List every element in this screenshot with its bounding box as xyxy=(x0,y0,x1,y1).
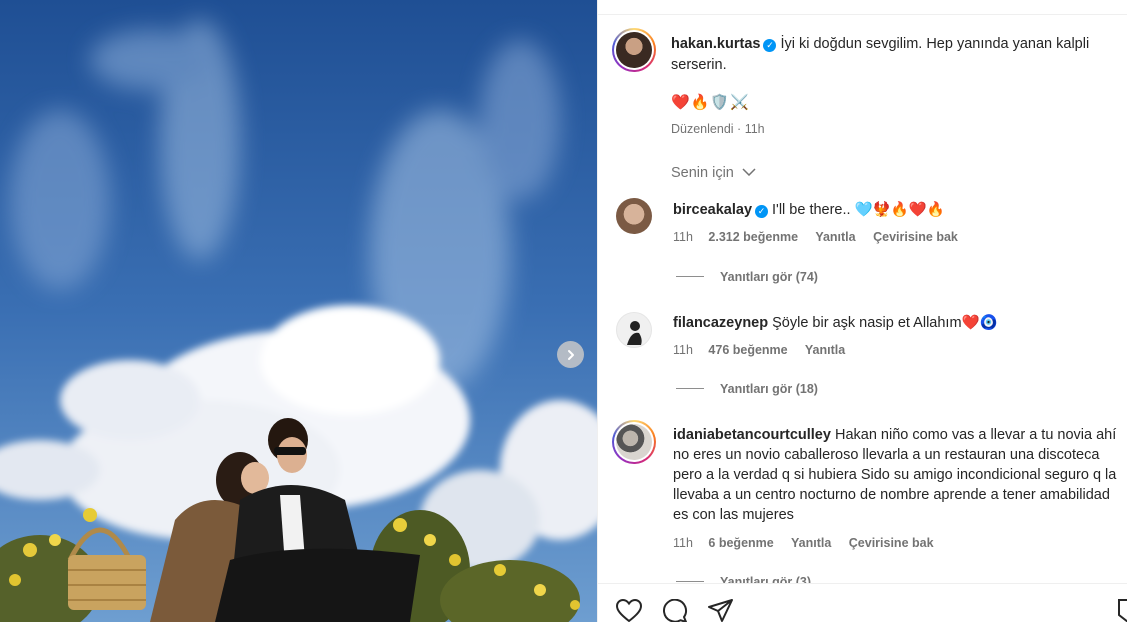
view-replies-label: Yanıtları gör (74) xyxy=(720,270,818,284)
post-photo[interactable] xyxy=(0,0,597,622)
comment-meta: 11h 6 beğenme Yanıtla Çevirisine bak xyxy=(673,536,948,550)
author-avatar[interactable] xyxy=(612,28,656,72)
commenter-avatar[interactable] xyxy=(612,420,656,464)
comment-meta: 11h 2.312 beğenme Yanıtla Çevirisine bak xyxy=(673,230,972,244)
avatar-image xyxy=(627,321,642,345)
replies-divider xyxy=(676,581,704,582)
author-username[interactable]: hakan.kurtas xyxy=(671,36,760,52)
photo-image xyxy=(0,0,597,622)
commenter-avatar[interactable] xyxy=(616,312,652,348)
comment-text: Şöyle bir aşk nasip et Allahım❤️🧿 xyxy=(772,315,998,331)
comment-time[interactable]: 11h xyxy=(673,343,693,357)
replies-divider xyxy=(676,276,704,277)
comment-item: filancazeynep Şöyle bir aşk nasip et All… xyxy=(673,313,1118,333)
caption-emojis: ❤️🔥🛡️⚔️ xyxy=(671,94,750,111)
post-time[interactable]: 11h xyxy=(745,122,765,136)
comment-item: idaniabetancourtculley Hakan niño como v… xyxy=(673,425,1118,525)
edited-label: Düzenlendi xyxy=(671,122,734,136)
comment-icon[interactable] xyxy=(662,599,688,622)
chevron-down-icon xyxy=(742,168,756,176)
comment-username[interactable]: idaniabetancourtculley xyxy=(673,427,831,443)
view-replies-button[interactable]: Yanıtları gör (18) xyxy=(676,382,818,396)
header-divider xyxy=(598,14,1127,15)
commenter-avatar[interactable] xyxy=(616,198,652,234)
comment-likes[interactable]: 6 beğenme xyxy=(708,536,773,550)
verified-badge-icon: ✓ xyxy=(763,39,777,52)
translate-button[interactable]: Çevirisine bak xyxy=(849,536,934,550)
bookmark-icon[interactable] xyxy=(1118,599,1127,622)
chevron-right-icon xyxy=(567,349,574,360)
post-caption: hakan.kurtas ✓ İyi ki doğdun sevgilim. Hep… xyxy=(671,34,1121,76)
action-bar xyxy=(598,583,1127,622)
next-photo-button[interactable] xyxy=(557,341,584,368)
view-replies-label: Yanıtları gör (18) xyxy=(720,382,818,396)
comment-item: birceakalay ✓ I'll be there.. 🩵🐦‍🔥🔥❤️🔥 xyxy=(673,200,1118,220)
comment-time[interactable]: 11h xyxy=(673,230,693,244)
comments-panel: hakan.kurtas ✓ İyi ki doğdun sevgilim. Hep… xyxy=(597,0,1127,622)
comment-username[interactable]: birceakalay xyxy=(673,202,752,218)
heart-icon[interactable] xyxy=(616,599,642,622)
replies-divider xyxy=(676,388,704,389)
reply-button[interactable]: Yanıtla xyxy=(791,536,831,550)
comment-meta: 11h 476 beğenme Yanıtla xyxy=(673,343,859,357)
verified-badge-icon: ✓ xyxy=(755,205,769,218)
comment-username[interactable]: filancazeynep xyxy=(673,315,768,331)
translate-button[interactable]: Çevirisine bak xyxy=(873,230,958,244)
comment-likes[interactable]: 476 beğenme xyxy=(708,343,787,357)
reply-button[interactable]: Yanıtla xyxy=(805,343,845,357)
caption-meta: Düzenlendi · 11h xyxy=(671,122,765,136)
sort-label: Senin için xyxy=(671,165,734,181)
comment-time[interactable]: 11h xyxy=(673,536,693,550)
view-replies-button[interactable]: Yanıtları gör (74) xyxy=(676,270,818,284)
comment-text: I'll be there.. 🩵🐦‍🔥🔥❤️🔥 xyxy=(772,202,945,218)
meta-separator: · xyxy=(737,122,742,136)
comment-likes[interactable]: 2.312 beğenme xyxy=(708,230,798,244)
sort-dropdown[interactable]: Senin için xyxy=(671,165,756,181)
reply-button[interactable]: Yanıtla xyxy=(815,230,855,244)
send-icon[interactable] xyxy=(708,599,734,622)
